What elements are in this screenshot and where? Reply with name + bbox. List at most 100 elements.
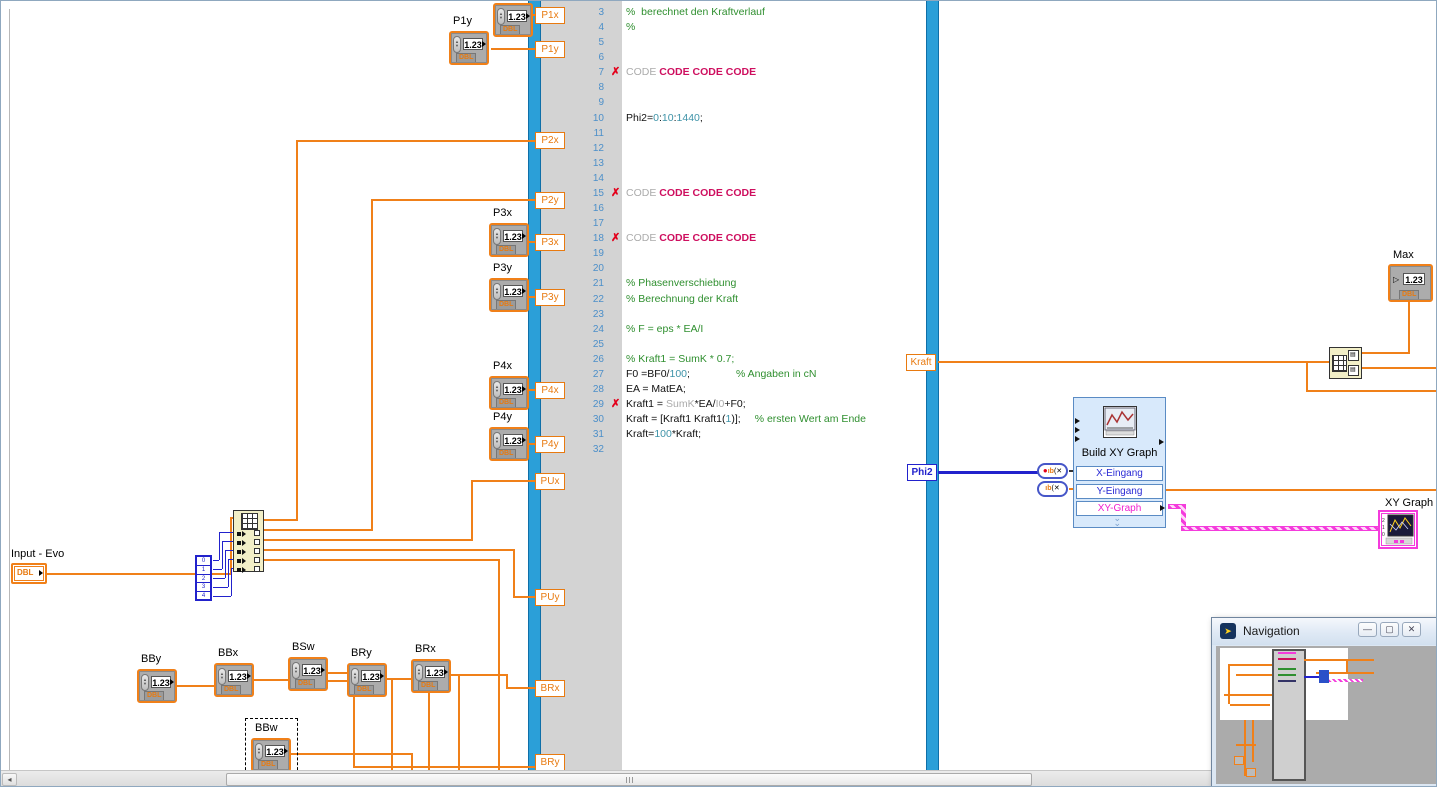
terminal-p1y[interactable]: P1y <box>535 41 565 58</box>
code-text: % berechnet den Kraftverlauf <box>626 5 765 20</box>
numeric-control-p4y[interactable]: ▲ ▼ 1.23 DBL <box>489 427 529 461</box>
element-output-icon <box>254 530 260 536</box>
line-number: 14 <box>592 172 604 184</box>
control-body: ▲ ▼ 1.23 DBL <box>413 661 449 691</box>
element-output-icon <box>254 548 260 554</box>
increment-decrement-icon[interactable]: ▲ ▼ <box>141 674 149 691</box>
close-button[interactable]: ✕ <box>1402 622 1421 637</box>
max-indicator[interactable]: ▷ 1.23 DBL <box>1388 264 1433 302</box>
increment-decrement-icon[interactable]: ▲ ▼ <box>493 283 501 300</box>
control-out-arrow <box>522 437 526 443</box>
terminal-p4x[interactable]: P4x <box>535 382 565 399</box>
increment-decrement-icon[interactable]: ▲ ▼ <box>493 432 501 449</box>
terminal-pux[interactable]: PUx <box>535 473 565 490</box>
terminal-puy[interactable]: PUy <box>535 589 565 606</box>
navigation-minimap[interactable] <box>1216 646 1436 784</box>
control-body: ▲ ▼ 1.23 DBL <box>139 671 175 701</box>
y-input-row[interactable]: Y-Eingang <box>1076 484 1163 499</box>
error-x-icon: ✗ <box>611 186 621 199</box>
navigation-title: Navigation <box>1243 624 1300 638</box>
code-segment: % ersten Wert am Ende <box>754 413 866 426</box>
code-segment: CODE CODE CODE <box>659 66 757 79</box>
wire <box>222 541 223 569</box>
code-text: CODE CODE CODE CODE <box>626 231 756 246</box>
terminal-p4y[interactable]: P4y <box>535 436 565 453</box>
wire <box>938 471 1038 474</box>
numeric-control-p4x[interactable]: ▲ ▼ 1.23 DBL <box>489 376 529 410</box>
maximize-button[interactable]: ▢ <box>1380 622 1399 637</box>
wire <box>225 550 233 551</box>
array-max-min-node[interactable]: ▤ ▤ <box>1329 347 1362 379</box>
wire <box>938 361 1330 363</box>
terminal-p1x[interactable]: P1x <box>535 7 565 24</box>
increment-decrement-icon[interactable]: ▲ ▼ <box>255 743 263 760</box>
element-output-icon <box>254 566 260 572</box>
control-label: P4y <box>493 411 512 423</box>
xy-graph-indicator[interactable]: 2 1 0 <box>1378 510 1418 549</box>
terminal-p3x[interactable]: P3x <box>535 234 565 251</box>
convert-to-dynamic-y[interactable]: ıb(✕ <box>1037 481 1068 497</box>
minimap-wire <box>1236 744 1256 746</box>
code-segment: 100 <box>654 428 672 441</box>
terminal-kraft[interactable]: Kraft <box>906 354 936 371</box>
input-evo-array-control[interactable]: DBL <box>11 563 47 584</box>
wire <box>498 559 500 786</box>
numeric-control-bby[interactable]: ▲ ▼ 1.23 DBL <box>137 669 177 703</box>
numeric-control-bry[interactable]: ▲ ▼ 1.23 DBL <box>347 663 387 697</box>
code-segment: ; <box>699 111 703 124</box>
convert-to-dynamic-x[interactable]: ●ıb(✕ <box>1037 463 1068 479</box>
minimap-wire <box>1346 659 1348 673</box>
wire <box>513 549 515 598</box>
numeric-control-p3y[interactable]: ▲ ▼ 1.23 DBL <box>489 278 529 312</box>
navigation-titlebar[interactable]: ➤ Navigation — ▢ ✕ <box>1212 618 1436 645</box>
index-constant[interactable]: 0 <box>197 557 210 565</box>
index-constant[interactable]: 4 <box>197 590 210 600</box>
index-array-node[interactable] <box>233 510 264 573</box>
xy-graph-label: XY Graph <box>1385 497 1434 509</box>
increment-decrement-icon[interactable]: ▲ ▼ <box>497 8 505 25</box>
code-text: CODE CODE CODE CODE <box>626 186 756 201</box>
build-xy-graph-node[interactable]: Build XY Graph X-Eingang Y-Eingang XY-Gr… <box>1073 397 1166 528</box>
code-segment: F0 =BF0/ <box>626 367 670 380</box>
increment-decrement-icon[interactable]: ▲ ▼ <box>493 228 501 245</box>
minimize-button[interactable]: — <box>1358 622 1377 637</box>
code-text: Kraft1 = SumK*EA/I0+F0; <box>626 397 746 412</box>
terminal-bry[interactable]: BRy <box>535 754 565 771</box>
scroll-left-arrow[interactable]: ◂ <box>2 773 17 786</box>
expand-chevron-icon[interactable]: ⌄ ⌄ <box>1114 514 1122 528</box>
increment-decrement-icon[interactable]: ▲ ▼ <box>415 664 423 681</box>
scrollbar-thumb[interactable] <box>226 773 1032 786</box>
terminal-brx[interactable]: BRx <box>535 680 565 697</box>
increment-decrement-icon[interactable]: ▲ ▼ <box>218 668 226 685</box>
increment-decrement-icon[interactable]: ▲ ▼ <box>292 662 300 679</box>
code-text: % Kraft1 = SumK * 0.7; <box>626 352 734 367</box>
code-segment: EA = MatEA; <box>626 383 686 395</box>
numeric-control-p1x[interactable]: ▲ ▼ 1.23 DBL <box>493 3 533 37</box>
line-number: 13 <box>592 157 604 169</box>
array-control-out-arrow <box>39 570 43 576</box>
index-constants[interactable]: 01234 <box>195 555 212 601</box>
line-number: 27 <box>592 368 604 380</box>
increment-decrement-icon[interactable]: ▲ ▼ <box>351 668 359 685</box>
increment-decrement-icon[interactable]: ▲ ▼ <box>453 36 461 53</box>
increment-decrement-icon[interactable]: ▲ ▼ <box>493 381 501 398</box>
numeric-control-p3x[interactable]: ▲ ▼ 1.23 DBL <box>489 223 529 257</box>
terminal-p3y[interactable]: P3y <box>535 289 565 306</box>
numeric-control-p1y[interactable]: ▲ ▼ 1.23 DBL <box>449 31 489 65</box>
numeric-control-bbw[interactable]: ▲ ▼ 1.23 DBL <box>251 738 291 772</box>
numeric-control-bsw[interactable]: ▲ ▼ 1.23 DBL <box>288 657 328 691</box>
terminal-p2x[interactable]: P2x <box>535 132 565 149</box>
wire <box>491 48 538 50</box>
code-text: % F = eps * EA/I <box>626 322 703 337</box>
terminal-p2y[interactable]: P2y <box>535 192 565 209</box>
index-input-icon <box>237 541 241 545</box>
wire <box>213 587 228 588</box>
numeric-control-brx[interactable]: ▲ ▼ 1.23 DBL <box>411 659 451 693</box>
navigation-window[interactable]: ➤ Navigation — ▢ ✕ <box>1211 617 1436 786</box>
terminal-phi2[interactable]: Phi2 <box>907 464 937 481</box>
control-label: BRx <box>415 643 436 655</box>
line-number: 20 <box>592 263 604 275</box>
x-input-row[interactable]: X-Eingang <box>1076 466 1163 481</box>
line-number: 24 <box>592 323 604 335</box>
numeric-control-bbx[interactable]: ▲ ▼ 1.23 DBL <box>214 663 254 697</box>
